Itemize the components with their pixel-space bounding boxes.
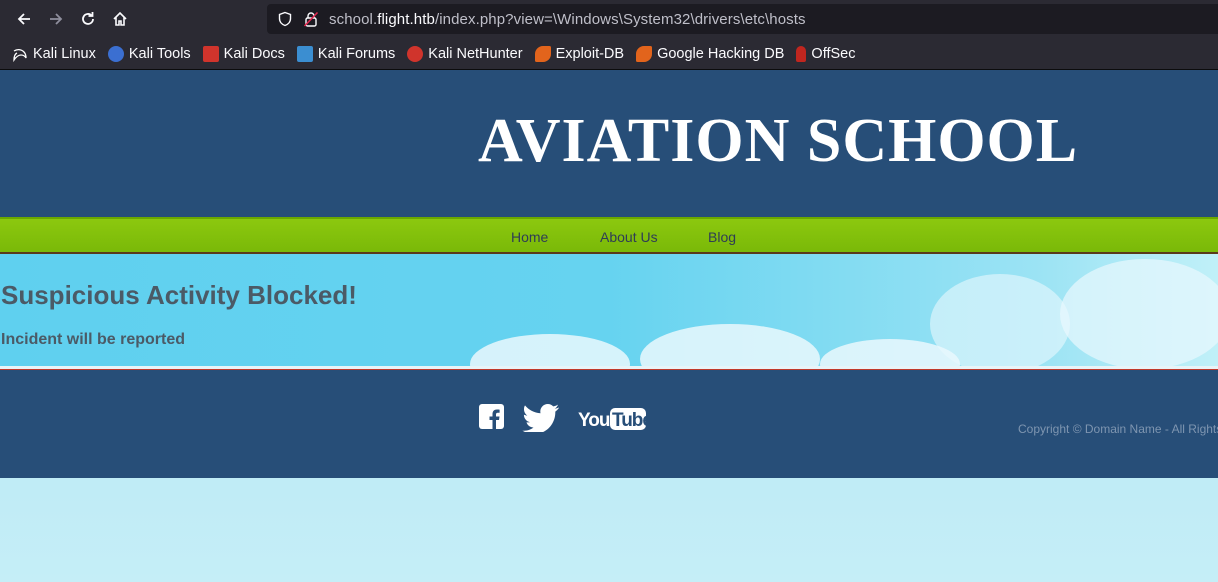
- menu-blog[interactable]: Blog: [708, 229, 736, 245]
- reload-icon: [82, 12, 94, 25]
- bookmark-label: OffSec: [811, 45, 856, 62]
- kali-tools-icon: [107, 45, 124, 62]
- bookmark-label: Kali Docs: [223, 45, 285, 62]
- menu-home[interactable]: Home: [511, 229, 548, 245]
- url-path: /index.php?view=\Windows\System32\driver…: [434, 10, 806, 28]
- svg-text:You: You: [578, 410, 610, 431]
- blocked-heading: Suspicious Activity Blocked!: [1, 280, 357, 310]
- bookmark-label: Exploit-DB: [555, 45, 625, 62]
- bookmark-label: Kali Tools: [128, 45, 191, 62]
- cloud-decoration: [930, 274, 1070, 366]
- kali-forums-icon: [296, 45, 313, 62]
- bookmarks-toolbar: Kali Linux Kali Tools Kali Docs Kali For…: [0, 38, 1218, 70]
- cloud-decoration: [1060, 259, 1218, 366]
- reload-button[interactable]: [74, 5, 102, 33]
- bookmark-kali-forums[interactable]: Kali Forums: [296, 45, 396, 62]
- forward-button[interactable]: [42, 5, 70, 33]
- bookmark-kali-nethunter[interactable]: Kali NetHunter: [407, 45, 523, 62]
- insecure-lock-icon[interactable]: [303, 11, 319, 27]
- facebook-icon[interactable]: [479, 404, 504, 434]
- bookmark-offsec[interactable]: OffSec: [796, 45, 856, 62]
- site-header: AVIATION SCHOOL: [0, 70, 1218, 217]
- twitter-icon[interactable]: [522, 404, 560, 437]
- bookmark-kali-tools[interactable]: Kali Tools: [107, 45, 191, 62]
- address-bar[interactable]: school.flight.htb/index.php?view=\Window…: [267, 4, 1218, 34]
- ghdb-icon: [636, 45, 653, 62]
- kali-dragon-icon: [12, 46, 28, 62]
- cloud-decoration: [470, 334, 630, 366]
- home-icon: [113, 11, 127, 26]
- nethunter-icon: [407, 45, 424, 62]
- url-text[interactable]: school.flight.htb/index.php?view=\Window…: [329, 11, 806, 28]
- browser-toolbar: school.flight.htb/index.php?view=\Window…: [0, 0, 1218, 38]
- url-subdomain: school.: [329, 10, 378, 28]
- site-footer: You Tube Copyright © Domain Name - All R…: [0, 370, 1218, 478]
- home-button[interactable]: [106, 5, 134, 33]
- shield-icon[interactable]: [277, 11, 293, 27]
- bookmark-label: Kali NetHunter: [428, 45, 523, 62]
- main-menu: Home About Us Blog: [0, 217, 1218, 254]
- back-button[interactable]: [10, 5, 38, 33]
- menu-about-us[interactable]: About Us: [600, 229, 658, 245]
- bookmark-kali-docs[interactable]: Kali Docs: [202, 45, 285, 62]
- content-banner: Suspicious Activity Blocked! Incident wi…: [0, 254, 1218, 366]
- bookmark-exploit-db[interactable]: Exploit-DB: [534, 45, 625, 62]
- exploit-db-icon: [534, 45, 551, 62]
- cloud-decoration: [640, 324, 820, 366]
- bookmark-label: Kali Forums: [317, 45, 396, 62]
- site-title: AVIATION SCHOOL: [478, 107, 1079, 175]
- bookmark-google-hacking-db[interactable]: Google Hacking DB: [636, 45, 785, 62]
- bookmark-label: Google Hacking DB: [657, 45, 785, 62]
- url-host: flight.htb: [377, 10, 435, 28]
- kali-docs-icon: [202, 45, 219, 62]
- incident-message: Incident will be reported: [1, 331, 186, 348]
- copyright-text: Copyright © Domain Name - All Rights Res…: [1018, 422, 1218, 436]
- arrow-right-icon: [50, 13, 63, 25]
- svg-text:Tube: Tube: [612, 410, 650, 431]
- offsec-icon: [796, 45, 807, 62]
- bookmark-label: Kali Linux: [33, 45, 96, 62]
- arrow-left-icon: [17, 13, 30, 25]
- youtube-icon[interactable]: You Tube: [578, 406, 653, 437]
- bookmark-kali-linux[interactable]: Kali Linux: [12, 46, 96, 62]
